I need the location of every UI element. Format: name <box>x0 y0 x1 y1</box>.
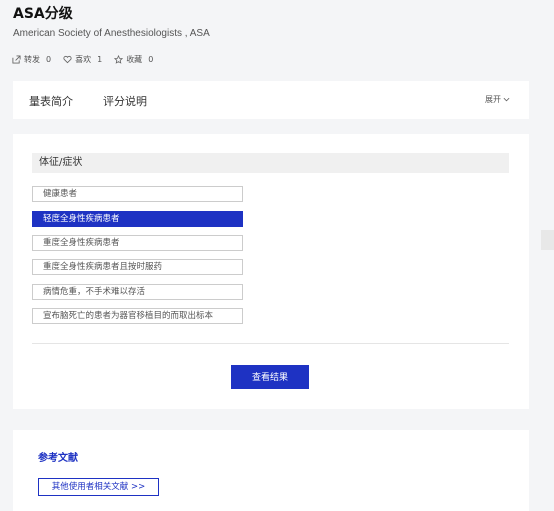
references-title: 参考文献 <box>38 453 78 464</box>
favorite-label: 收藏 <box>126 55 143 64</box>
stats-bar: 转发 0 喜欢 1 收藏 0 <box>12 54 153 65</box>
assessment-card: 体征/症状 健康患者轻度全身性疾病患者 重度全身性疾病患者 重度全身性疾病患者且按时… <box>13 134 529 409</box>
expand-label: 展开 <box>485 95 501 104</box>
option-item[interactable]: 重度全身性疾病患者且按时服药 <box>32 259 243 275</box>
option-item[interactable]: 轻度全身性疾病患者 <box>32 211 243 227</box>
chevron-down-icon <box>503 97 510 102</box>
expand-button[interactable]: 展开 <box>485 94 510 105</box>
share-count: 0 <box>46 55 52 64</box>
share-icon <box>12 55 21 64</box>
side-edge-tab[interactable] <box>541 230 554 250</box>
tab-scoring[interactable]: 评分说明 <box>103 93 147 109</box>
tab-intro[interactable]: 量表简介 <box>29 93 73 109</box>
divider <box>32 343 509 344</box>
like-count: 1 <box>97 55 103 64</box>
heart-icon <box>63 55 72 64</box>
option-item[interactable]: 病情危重，不手术难以存活 <box>32 284 243 300</box>
star-icon <box>114 55 124 64</box>
page-subtitle: American Society of Anesthesiologists , … <box>13 28 210 39</box>
option-item[interactable]: 重度全身性疾病患者 <box>32 235 243 251</box>
like-label: 喜欢 <box>75 55 92 64</box>
option-item[interactable]: 健康患者 <box>32 186 243 202</box>
section-title: 体征/症状 <box>32 153 509 173</box>
favorite-button[interactable]: 收藏 0 <box>114 54 153 65</box>
share-label: 转发 <box>24 55 40 64</box>
favorite-count: 0 <box>148 55 154 64</box>
other-references-button[interactable]: 其他使用者相关文献 >> <box>38 478 159 496</box>
page-title: ASA分级 <box>13 6 73 22</box>
page-header: ASA分级 American Society of Anesthesiologi… <box>0 0 554 78</box>
references-card: 参考文献 其他使用者相关文献 >> <box>13 430 529 511</box>
tabs-card: 量表简介 评分说明 展开 <box>13 81 529 119</box>
like-button[interactable]: 喜欢 1 <box>63 54 102 65</box>
option-item[interactable]: 宣布脑死亡的患者为器官移植目的而取出标本 <box>32 308 243 324</box>
view-result-button[interactable]: 查看结果 <box>231 365 309 389</box>
share-button[interactable]: 转发 0 <box>12 54 51 65</box>
